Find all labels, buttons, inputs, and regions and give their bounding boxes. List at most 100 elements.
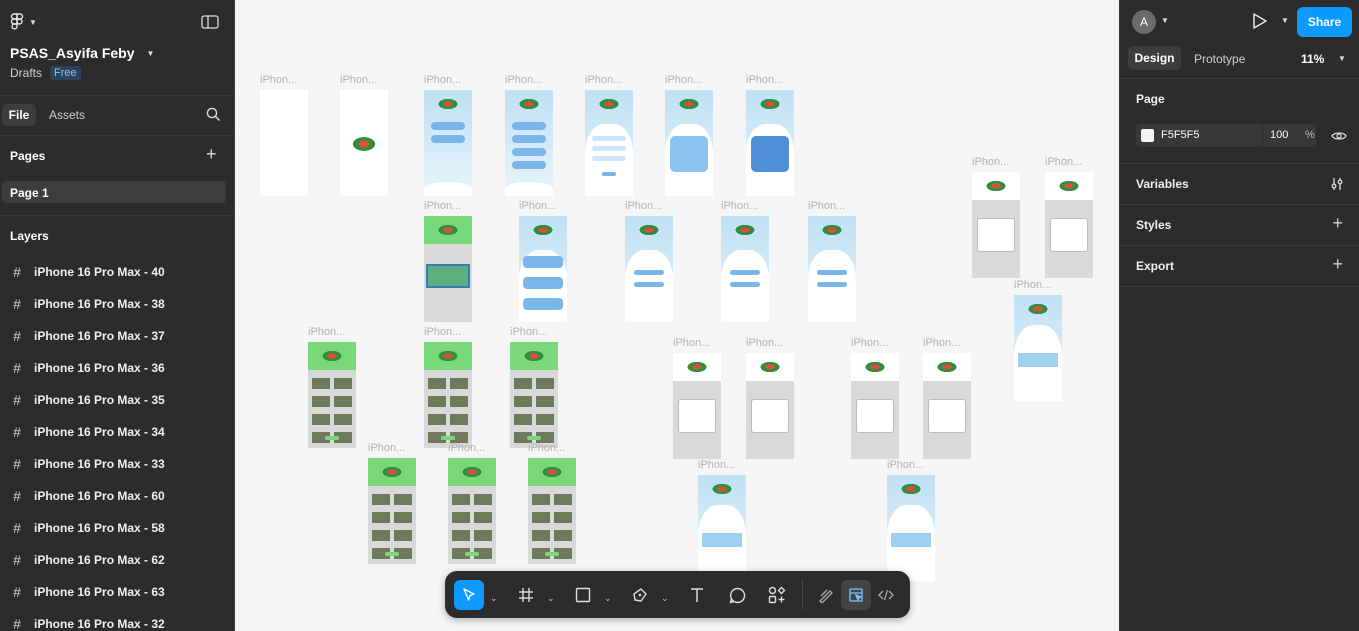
frame-label[interactable]: iPhon... bbox=[746, 74, 783, 86]
layer-item[interactable]: # iPhone 16 Pro Max - 62 bbox=[0, 544, 234, 576]
background-opacity[interactable]: 100 bbox=[1270, 129, 1288, 141]
frame-label[interactable]: iPhon... bbox=[505, 74, 542, 86]
layer-item[interactable]: # iPhone 16 Pro Max - 33 bbox=[0, 448, 234, 480]
plan-badge[interactable]: Free bbox=[50, 66, 81, 80]
avatar[interactable]: A bbox=[1132, 10, 1156, 34]
eye-icon[interactable] bbox=[1331, 129, 1347, 147]
iphone-frame[interactable] bbox=[972, 172, 1020, 278]
layer-item[interactable]: # iPhone 16 Pro Max - 63 bbox=[0, 576, 234, 608]
chevron-down-icon[interactable]: ⌄ bbox=[604, 593, 612, 604]
layer-item[interactable]: # iPhone 16 Pro Max - 37 bbox=[0, 320, 234, 352]
iphone-frame[interactable] bbox=[1045, 172, 1093, 278]
frame-label[interactable]: iPhon... bbox=[585, 74, 622, 86]
iphone-frame[interactable] bbox=[424, 90, 472, 196]
chevron-down-icon[interactable]: ▼ bbox=[1161, 16, 1169, 25]
chevron-down-icon[interactable]: ⌄ bbox=[661, 593, 669, 604]
iphone-frame[interactable] bbox=[424, 342, 472, 448]
comment-tool-button[interactable] bbox=[722, 580, 752, 610]
iphone-frame[interactable] bbox=[585, 90, 633, 196]
frame-label[interactable]: iPhon... bbox=[808, 200, 845, 212]
tab-prototype[interactable]: Prototype bbox=[1194, 52, 1245, 66]
frame-label[interactable]: iPhon... bbox=[528, 442, 565, 454]
frame-label[interactable]: iPhon... bbox=[851, 337, 888, 349]
tab-design[interactable]: Design bbox=[1128, 46, 1181, 70]
share-button[interactable]: Share bbox=[1297, 7, 1352, 37]
frame-label[interactable]: iPhon... bbox=[972, 156, 1009, 168]
layer-item[interactable]: # iPhone 16 Pro Max - 36 bbox=[0, 352, 234, 384]
zoom-level[interactable]: 11% bbox=[1301, 52, 1324, 66]
layer-item[interactable]: # iPhone 16 Pro Max - 60 bbox=[0, 480, 234, 512]
iphone-frame[interactable] bbox=[528, 458, 576, 564]
iphone-frame[interactable] bbox=[424, 216, 472, 322]
tab-file[interactable]: File bbox=[2, 104, 36, 126]
frame-label[interactable]: iPhon... bbox=[368, 442, 405, 454]
search-icon[interactable] bbox=[206, 107, 221, 122]
iphone-frame[interactable] bbox=[746, 353, 794, 459]
actions-button[interactable] bbox=[762, 580, 792, 610]
present-button[interactable] bbox=[1252, 12, 1268, 35]
layer-item[interactable]: # iPhone 16 Pro Max - 58 bbox=[0, 512, 234, 544]
draw-mode-button[interactable] bbox=[811, 580, 841, 610]
file-location[interactable]: Drafts bbox=[10, 66, 42, 80]
color-swatch[interactable] bbox=[1141, 129, 1154, 142]
main-menu-button[interactable]: ▼ bbox=[10, 12, 37, 32]
frame-label[interactable]: iPhon... bbox=[665, 74, 702, 86]
tab-assets[interactable]: Assets bbox=[49, 108, 85, 122]
chevron-down-icon[interactable]: ▼ bbox=[1281, 16, 1289, 25]
add-style-button[interactable]: + bbox=[1332, 213, 1343, 234]
dev-mode-button[interactable] bbox=[871, 580, 901, 610]
layer-item[interactable]: # iPhone 16 Pro Max - 38 bbox=[0, 288, 234, 320]
frame-label[interactable]: iPhon... bbox=[673, 337, 710, 349]
frame-label[interactable]: iPhon... bbox=[887, 459, 924, 471]
frame-label[interactable]: iPhon... bbox=[625, 200, 662, 212]
iphone-frame[interactable] bbox=[505, 90, 553, 196]
frame-label[interactable]: iPhon... bbox=[1045, 156, 1082, 168]
design-canvas[interactable]: iPhon... iPhon... iPhon... iPhon... iPhon...… bbox=[235, 0, 1119, 631]
iphone-frame[interactable] bbox=[1014, 295, 1062, 401]
frame-label[interactable]: iPhon... bbox=[424, 200, 461, 212]
chevron-down-icon[interactable]: ⌄ bbox=[547, 593, 555, 604]
frame-label[interactable]: iPhon... bbox=[1014, 279, 1051, 291]
background-hex[interactable]: F5F5F5 bbox=[1161, 129, 1200, 141]
iphone-frame[interactable] bbox=[368, 458, 416, 564]
variables-section-title[interactable]: Variables bbox=[1136, 177, 1189, 191]
iphone-frame[interactable] bbox=[308, 342, 356, 448]
chevron-down-icon[interactable]: ⌄ bbox=[490, 593, 498, 604]
frame-label[interactable]: iPhon... bbox=[519, 200, 556, 212]
iphone-frame[interactable] bbox=[673, 353, 721, 459]
iphone-frame[interactable] bbox=[510, 342, 558, 448]
frame-label[interactable]: iPhon... bbox=[260, 74, 297, 86]
export-section-title[interactable]: Export bbox=[1136, 259, 1174, 273]
pen-tool-button[interactable] bbox=[625, 580, 655, 610]
shape-tool-button[interactable] bbox=[568, 580, 598, 610]
iphone-frame[interactable] bbox=[340, 90, 388, 196]
iphone-frame[interactable] bbox=[665, 90, 713, 196]
frame-label[interactable]: iPhon... bbox=[424, 326, 461, 338]
variables-settings-icon[interactable] bbox=[1330, 177, 1344, 196]
text-tool-button[interactable] bbox=[682, 580, 712, 610]
layer-item[interactable]: # iPhone 16 Pro Max - 32 bbox=[0, 608, 234, 631]
styles-section-title[interactable]: Styles bbox=[1136, 218, 1171, 232]
iphone-frame[interactable] bbox=[746, 90, 794, 196]
move-tool-button[interactable] bbox=[454, 580, 484, 610]
frame-label[interactable]: iPhon... bbox=[923, 337, 960, 349]
add-page-button[interactable]: + bbox=[206, 144, 217, 165]
iphone-frame[interactable] bbox=[448, 458, 496, 564]
iphone-frame[interactable] bbox=[808, 216, 856, 322]
page-item-1[interactable]: Page 1 bbox=[2, 181, 226, 203]
file-name-button[interactable]: PSAS_Asyifa Feby ▼ bbox=[10, 45, 154, 61]
toggle-sidebar-icon[interactable] bbox=[201, 14, 219, 29]
frame-label[interactable]: iPhon... bbox=[510, 326, 547, 338]
frame-label[interactable]: iPhon... bbox=[424, 74, 461, 86]
design-mode-button[interactable] bbox=[841, 580, 871, 610]
iphone-frame[interactable] bbox=[851, 353, 899, 459]
layer-item[interactable]: # iPhone 16 Pro Max - 34 bbox=[0, 416, 234, 448]
chevron-down-icon[interactable]: ▼ bbox=[1338, 54, 1346, 63]
frame-label[interactable]: iPhon... bbox=[721, 200, 758, 212]
frame-tool-button[interactable] bbox=[511, 580, 541, 610]
frame-label[interactable]: iPhon... bbox=[746, 337, 783, 349]
iphone-frame[interactable] bbox=[625, 216, 673, 322]
frame-label[interactable]: iPhon... bbox=[448, 442, 485, 454]
page-background-field[interactable]: F5F5F5 100 % bbox=[1136, 124, 1316, 147]
frame-label[interactable]: iPhon... bbox=[308, 326, 345, 338]
